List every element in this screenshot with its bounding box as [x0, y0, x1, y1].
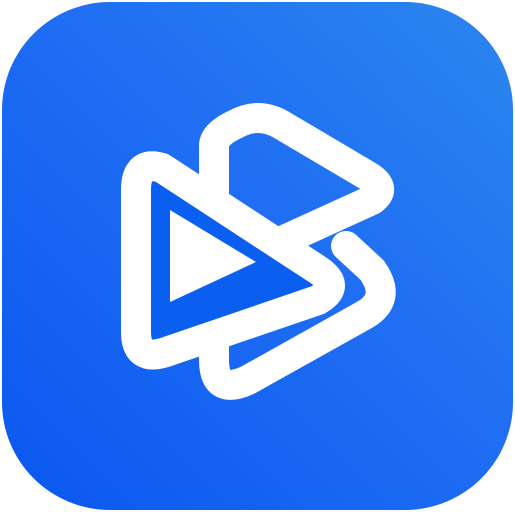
app-icon-graphic	[2, 2, 513, 510]
app-icon[interactable]	[0, 0, 515, 512]
